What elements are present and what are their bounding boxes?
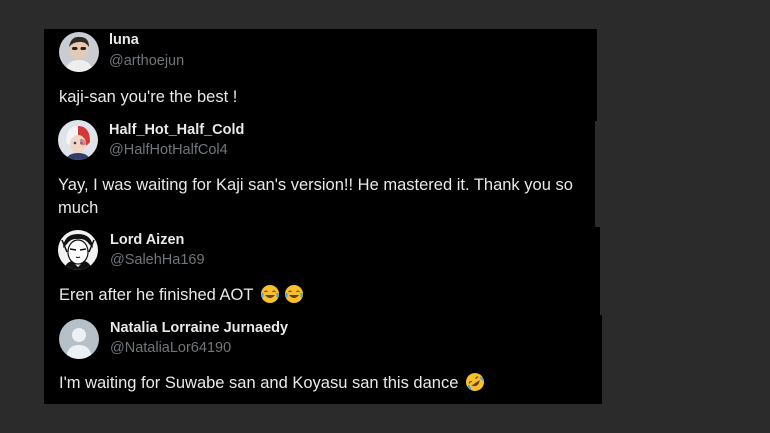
- avatar[interactable]: [58, 230, 98, 270]
- user-handle[interactable]: @NataliaLor64190: [110, 340, 231, 356]
- reply-text-content: Yay, I was waiting for Kaji san's versio…: [58, 176, 573, 217]
- reply-card: Natalia Lorraine Jurnaedy @NataliaLor641…: [44, 315, 602, 404]
- reply-text: kaji-san you're the best !: [59, 86, 584, 109]
- avatar[interactable]: [59, 319, 99, 359]
- reply-card: Lord Aizen @SalehHa169 Eren after he fin…: [44, 227, 600, 317]
- tears-of-joy-emoji-icon: [260, 284, 280, 311]
- tears-of-joy-emoji-icon: [284, 284, 304, 311]
- profile-photo-icon: [59, 32, 99, 72]
- user-handle[interactable]: @HalfHotHalfCol4: [109, 142, 228, 158]
- reply-text: I'm waiting for Suwabe san and Koyasu sa…: [59, 372, 594, 399]
- rolling-on-floor-laughing-emoji-icon: [465, 372, 485, 399]
- display-name[interactable]: Natalia Lorraine Jurnaedy: [110, 320, 288, 336]
- reply-card: Half_Hot_Half_Cold @HalfHotHalfCol4 Yay,…: [44, 117, 595, 227]
- display-name[interactable]: Half_Hot_Half_Cold: [109, 122, 244, 138]
- reply-text-content: I'm waiting for Suwabe san and Koyasu sa…: [59, 374, 459, 392]
- anime-character-avatar-icon: [58, 120, 98, 160]
- display-name[interactable]: Lord Aizen: [110, 232, 184, 248]
- sketch-portrait-avatar-icon: [58, 230, 98, 270]
- user-handle[interactable]: @SalehHa169: [110, 252, 205, 268]
- reply-text: Yay, I was waiting for Kaji san's versio…: [58, 174, 588, 220]
- reply-card: luna @arthoejun kaji-san you're the best…: [44, 29, 597, 121]
- reply-text: Eren after he finished AOT: [59, 284, 589, 311]
- reply-text-content: Eren after he finished AOT: [59, 286, 254, 304]
- default-profile-avatar-icon: [59, 319, 99, 359]
- avatar[interactable]: [59, 32, 99, 72]
- display-name[interactable]: luna: [109, 32, 139, 48]
- user-handle[interactable]: @arthoejun: [109, 53, 184, 69]
- reply-text-content: kaji-san you're the best !: [59, 88, 238, 106]
- avatar[interactable]: [58, 120, 98, 160]
